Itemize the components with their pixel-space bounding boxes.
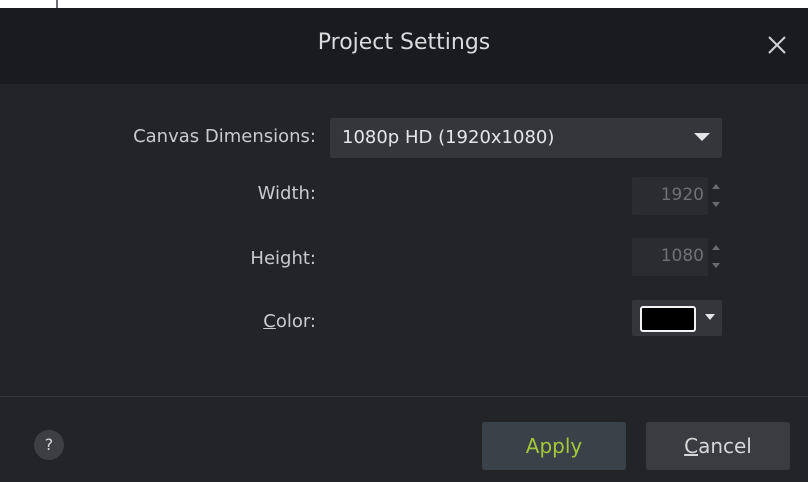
spin-up-icon[interactable] [712,245,720,250]
spin-down-icon[interactable] [712,263,720,268]
chevron-down-icon [694,133,710,141]
cancel-mnemonic: C [684,434,699,458]
canvas-dimensions-value: 1080p HD (1920x1080) [342,127,555,148]
width-stepper [710,177,722,215]
dialog-title: Project Settings [317,30,491,55]
width-value: 1920 [660,185,704,205]
height-input[interactable]: 1080 [632,238,708,276]
width-label: Width: [257,183,316,204]
color-swatch [640,306,696,332]
window-top-strip [0,0,808,8]
spin-down-icon[interactable] [712,202,720,207]
height-label: Height: [250,248,316,269]
close-icon [768,36,786,54]
cancel-button[interactable]: Cancel [646,422,790,470]
canvas-dimensions-dropdown[interactable]: 1080p HD (1920x1080) [330,118,722,158]
chevron-down-icon [705,314,715,320]
apply-button[interactable]: Apply [482,422,626,470]
cancel-label-rest: ancel [698,434,752,458]
help-button[interactable]: ? [34,430,64,460]
height-value: 1080 [660,246,704,266]
color-label-rest: olor: [275,311,316,332]
spin-up-icon[interactable] [712,184,720,189]
color-label: Color: [60,311,316,332]
height-stepper [710,238,722,276]
dialog-titlebar: Project Settings [0,8,808,84]
color-picker-button[interactable] [632,300,722,336]
window-top-notch [56,0,58,8]
footer-divider [0,396,808,397]
close-button[interactable] [766,34,788,56]
width-input[interactable]: 1920 [632,177,708,215]
canvas-dimensions-label: Canvas Dimensions: [133,126,316,147]
project-settings-dialog: Project Settings Canvas Dimensions: 1080… [0,0,808,482]
color-label-mnemonic: C [263,311,276,332]
